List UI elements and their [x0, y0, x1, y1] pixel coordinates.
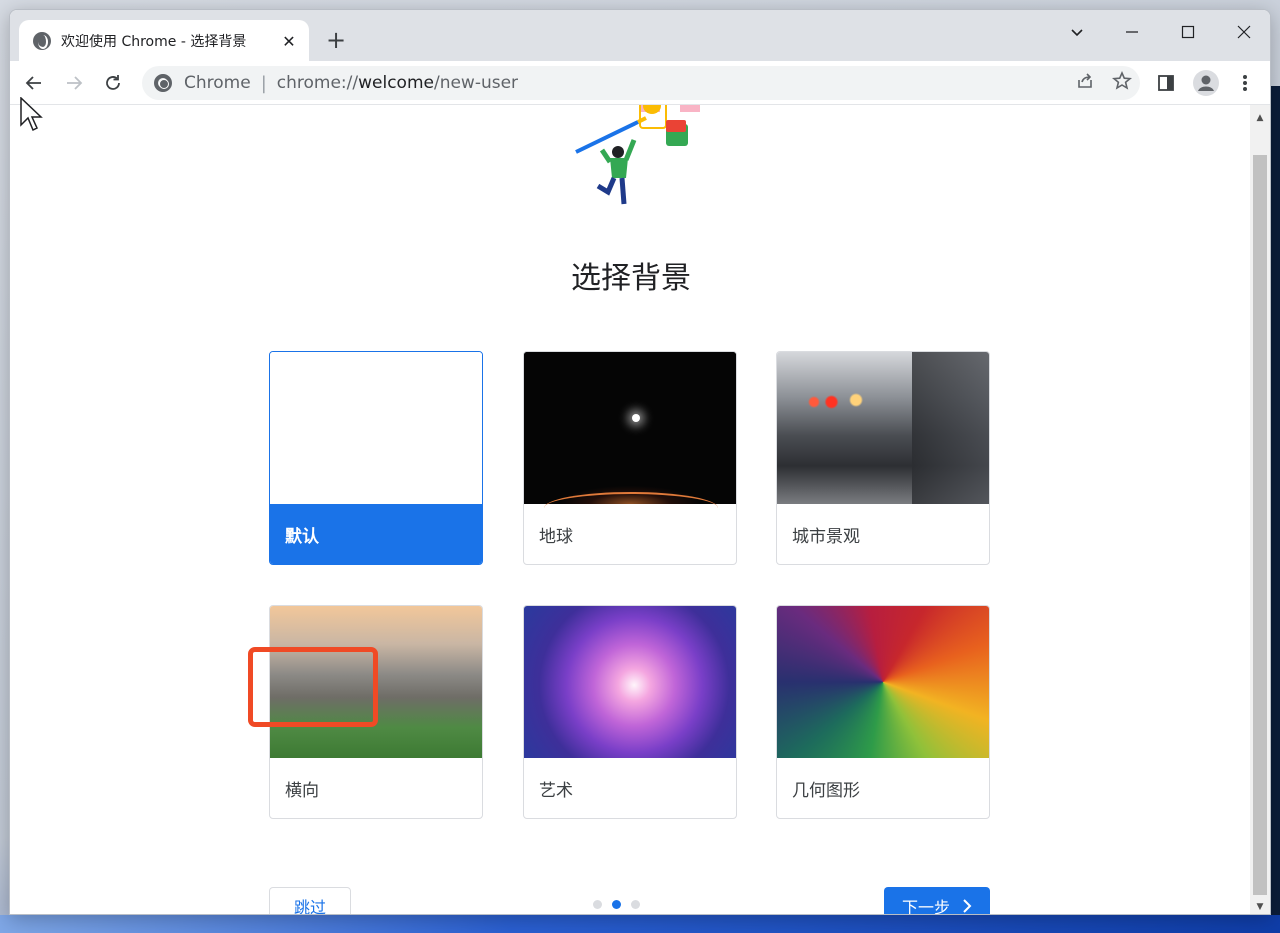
next-button[interactable]: 下一步	[884, 887, 990, 915]
scroll-thumb[interactable]	[1253, 155, 1267, 895]
tab-search-chevron-icon[interactable]	[1054, 16, 1100, 48]
side-panel-icon[interactable]	[1150, 67, 1182, 99]
vertical-scrollbar[interactable]: ▲ ▼	[1250, 105, 1270, 914]
tab-close-icon[interactable]: ✕	[279, 31, 299, 51]
reload-icon[interactable]	[97, 67, 129, 99]
desktop-taskbar-strip	[0, 915, 1280, 933]
share-icon[interactable]	[1076, 72, 1094, 95]
bookmark-star-icon[interactable]	[1111, 70, 1133, 96]
maximize-button[interactable]	[1165, 16, 1211, 48]
paint-illustration	[575, 105, 700, 205]
url-text: chrome://welcome/new-user	[276, 73, 519, 93]
card-label: 几何图形	[792, 780, 860, 801]
chrome-window: 欢迎使用 Chrome - 选择背景 ✕ + Chrome | chrome:/…	[9, 9, 1271, 915]
page-dot	[631, 900, 640, 909]
card-label: 城市景观	[792, 526, 860, 547]
chevron-right-icon	[963, 899, 972, 913]
scroll-down-arrow-icon[interactable]: ▼	[1250, 898, 1270, 914]
geometric-thumbnail	[777, 606, 989, 758]
background-card-geometric[interactable]: 几何图形	[776, 605, 990, 819]
card-label: 默认	[270, 504, 482, 564]
more-menu-icon[interactable]	[1229, 67, 1261, 99]
art-thumbnail	[524, 606, 736, 758]
chrome-logo-icon	[154, 74, 172, 92]
new-tab-button[interactable]: +	[322, 26, 350, 54]
next-button-label: 下一步	[901, 898, 950, 915]
default-thumbnail	[270, 352, 482, 504]
title-bar: 欢迎使用 Chrome - 选择背景 ✕ +	[10, 10, 1270, 62]
profile-avatar-icon[interactable]	[1190, 67, 1222, 99]
globe-icon	[33, 32, 51, 50]
back-arrow-icon[interactable]	[18, 67, 50, 99]
close-window-button[interactable]	[1221, 16, 1267, 48]
browser-toolbar: Chrome | chrome://welcome/new-user	[10, 61, 1270, 105]
address-bar[interactable]: Chrome | chrome://welcome/new-user	[142, 66, 1140, 100]
highlight-box	[248, 647, 378, 727]
earth-thumbnail	[524, 352, 736, 504]
card-label: 横向	[285, 780, 319, 801]
background-card-art[interactable]: 艺术	[523, 605, 737, 819]
desktop-background-right	[1270, 86, 1280, 933]
background-card-cityscape[interactable]: 城市景观	[776, 351, 990, 565]
card-label: 艺术	[539, 780, 573, 801]
omnibox-separator: |	[260, 72, 267, 94]
tab-title: 欢迎使用 Chrome - 选择背景	[61, 34, 247, 50]
cityscape-thumbnail	[777, 352, 989, 504]
page-title: 选择背景	[571, 261, 691, 296]
mouse-cursor-icon	[20, 97, 43, 132]
page-dot	[593, 900, 602, 909]
card-label: 地球	[539, 526, 573, 547]
active-tab[interactable]: 欢迎使用 Chrome - 选择背景 ✕	[19, 20, 309, 62]
background-card-default[interactable]: 默认	[269, 351, 483, 565]
scroll-up-arrow-icon[interactable]: ▲	[1250, 109, 1270, 127]
background-card-earth[interactable]: 地球	[523, 351, 737, 565]
site-label: Chrome	[184, 73, 251, 93]
minimize-button[interactable]	[1109, 16, 1155, 48]
page-dot-active	[612, 900, 621, 909]
page-content: 选择背景 默认 地球 城市景观 横向 艺术 几何图形 跳过 下一步	[10, 105, 1252, 915]
skip-button[interactable]: 跳过	[269, 887, 351, 914]
forward-arrow-icon[interactable]	[58, 67, 90, 99]
pagination-dots	[593, 900, 640, 909]
